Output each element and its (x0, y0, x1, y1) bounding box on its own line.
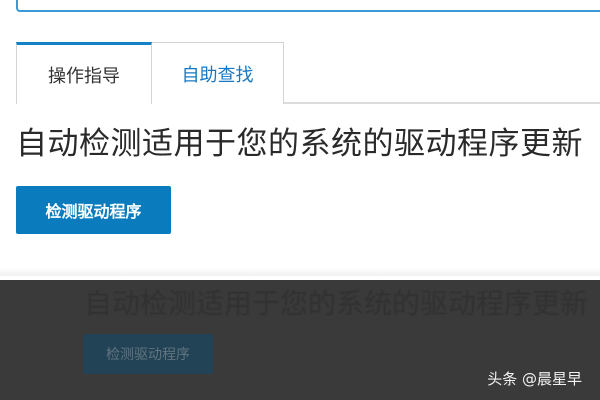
tab-self-search[interactable]: 自助查找 (152, 42, 284, 104)
ghost-heading: 自动检测适用于您的系统的驱动程序更新 (84, 287, 589, 320)
top-input-frame[interactable] (16, 0, 600, 12)
section-divider (0, 268, 600, 276)
detect-drivers-button[interactable]: 检测驱动程序 (16, 186, 171, 234)
page-title: 自动检测适用于您的系统的驱动程序更新 (16, 126, 583, 162)
tab-operation-guide[interactable]: 操作指导 (16, 42, 152, 104)
tab-bar: 操作指导 自助查找 (16, 42, 600, 104)
page: 操作指导 自助查找 自动检测适用于您的系统的驱动程序更新 检测驱动程序 自动检测… (0, 0, 600, 400)
tab-self-search-label: 自助查找 (181, 64, 254, 86)
tab-operation-guide-label: 操作指导 (48, 65, 120, 87)
ghost-detect-button: 检测驱动程序 (83, 334, 213, 374)
watermark-text: 头条 @晨星早 (487, 370, 582, 388)
